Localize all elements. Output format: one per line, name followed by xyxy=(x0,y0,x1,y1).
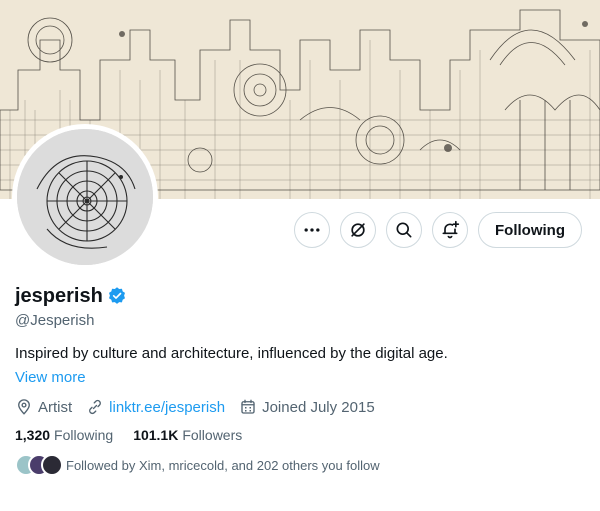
joined-text: Joined July 2015 xyxy=(262,398,375,416)
follow-stats: 1,320 Following 101.1K Followers xyxy=(15,427,585,443)
followed-by-row[interactable]: Followed by Xim, mricecold, and 202 othe… xyxy=(15,454,585,476)
profile-actions: Following xyxy=(294,212,582,248)
followed-by-avatars xyxy=(15,454,63,476)
more-button[interactable] xyxy=(294,212,331,248)
notification-add-icon xyxy=(442,220,460,239)
subscribe-icon xyxy=(351,223,365,237)
notifications-button[interactable] xyxy=(432,212,469,248)
link-icon xyxy=(89,399,102,415)
profile-meta: Artist linktr.ee/jesperish Joined July 2… xyxy=(15,398,585,416)
followers-stat[interactable]: 101.1K Followers xyxy=(133,427,242,443)
search-icon xyxy=(396,222,412,238)
avatar-image xyxy=(17,129,153,265)
location-icon xyxy=(18,399,30,415)
following-button[interactable]: Following xyxy=(478,212,582,248)
location-text: Artist xyxy=(38,398,73,416)
followers-label: Followers xyxy=(182,427,243,443)
more-icon xyxy=(304,228,320,232)
name-row: jesperish xyxy=(15,282,585,310)
search-button[interactable] xyxy=(386,212,423,248)
avatar[interactable] xyxy=(12,124,158,270)
joined-item: Joined July 2015 xyxy=(239,398,375,416)
website-item[interactable]: linktr.ee/jesperish xyxy=(86,398,225,416)
following-label: Following xyxy=(54,427,114,443)
profile-bio: Inspired by culture and architecture, in… xyxy=(15,345,448,362)
verified-badge-icon[interactable] xyxy=(107,286,127,306)
location-item: Artist xyxy=(15,398,72,416)
followed-by-text: Followed by Xim, mricecold, and 202 othe… xyxy=(66,457,380,473)
follower-avatar xyxy=(41,454,63,476)
following-count: 1,320 xyxy=(15,427,51,443)
display-name: jesperish xyxy=(15,285,103,307)
following-stat[interactable]: 1,320 Following xyxy=(15,427,113,443)
profile-handle: @Jesperish xyxy=(15,312,95,329)
website-link[interactable]: linktr.ee/jesperish xyxy=(109,399,225,416)
calendar-icon xyxy=(241,399,255,414)
followers-count: 101.1K xyxy=(133,427,179,443)
view-more-link[interactable]: View more xyxy=(15,368,86,388)
subscribe-button[interactable] xyxy=(340,212,377,248)
profile-info: jesperish @Jesperish Inspired by culture… xyxy=(15,282,585,476)
